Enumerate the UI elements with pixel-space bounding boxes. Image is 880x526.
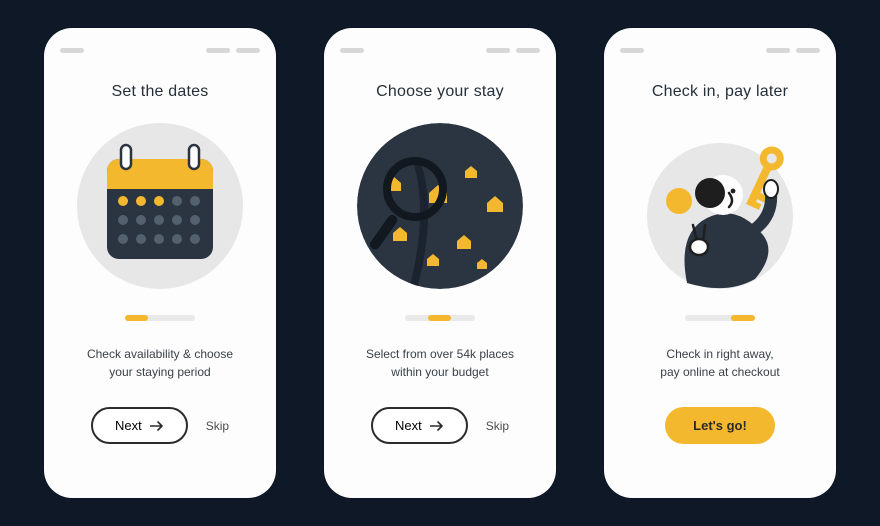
- progress-fill: [731, 315, 755, 321]
- screen-description: Select from over 54k places within your …: [366, 345, 514, 381]
- onboarding-screens: Set the dates: [0, 0, 880, 526]
- notch-icon: [766, 48, 790, 53]
- notch-group: [766, 48, 820, 53]
- notch-icon: [236, 48, 260, 53]
- onboarding-screen-2: Choose your stay: [324, 28, 556, 498]
- progress-indicator: [685, 315, 755, 321]
- notch-icon: [796, 48, 820, 53]
- calendar-illustration: [77, 123, 243, 289]
- screen-description: Check availability & choose your staying…: [87, 345, 233, 381]
- notch-group: [206, 48, 260, 53]
- progress-fill: [125, 315, 148, 321]
- progress-indicator: [405, 315, 475, 321]
- next-button[interactable]: Next: [371, 407, 468, 444]
- device-notches: [620, 48, 820, 53]
- screen-title: Set the dates: [112, 83, 209, 101]
- notch-group: [486, 48, 540, 53]
- lets-go-button-label: Let's go!: [693, 418, 747, 433]
- notch-icon: [206, 48, 230, 53]
- next-button[interactable]: Next: [91, 407, 188, 444]
- search-houses-illustration: [357, 123, 523, 289]
- next-button-label: Next: [115, 418, 142, 433]
- progress-fill: [428, 315, 451, 321]
- screen-description: Check in right away, pay online at check…: [660, 345, 779, 381]
- progress-indicator: [125, 315, 195, 321]
- notch-icon: [516, 48, 540, 53]
- lets-go-button[interactable]: Let's go!: [665, 407, 775, 444]
- onboarding-screen-3: Check in, pay later: [604, 28, 836, 498]
- notch-icon: [486, 48, 510, 53]
- next-button-label: Next: [395, 418, 422, 433]
- arrow-right-icon: [430, 421, 444, 431]
- check-in-illustration: [637, 123, 803, 289]
- action-row: Next Skip: [371, 407, 509, 444]
- screen-title: Check in, pay later: [652, 83, 788, 101]
- notch-icon: [340, 48, 364, 53]
- notch-icon: [60, 48, 84, 53]
- action-row: Let's go!: [665, 407, 775, 444]
- action-row: Next Skip: [91, 407, 229, 444]
- onboarding-screen-1: Set the dates: [44, 28, 276, 498]
- skip-link[interactable]: Skip: [206, 419, 229, 433]
- arrow-right-icon: [150, 421, 164, 431]
- device-notches: [340, 48, 540, 53]
- screen-title: Choose your stay: [376, 83, 504, 101]
- notch-icon: [620, 48, 644, 53]
- skip-link[interactable]: Skip: [486, 419, 509, 433]
- device-notches: [60, 48, 260, 53]
